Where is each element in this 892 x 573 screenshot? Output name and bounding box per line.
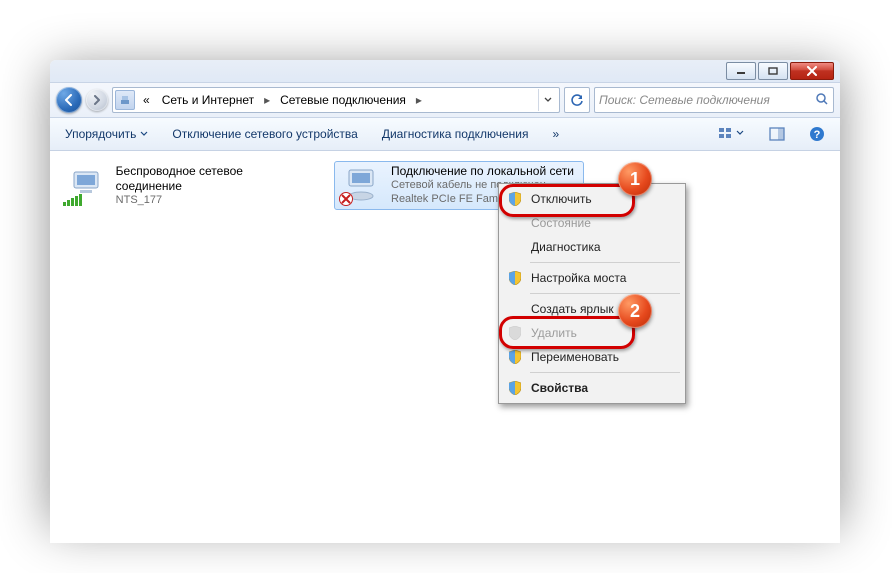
ctx-diagnose[interactable]: Диагностика: [502, 235, 682, 259]
help-button[interactable]: ?: [802, 121, 832, 147]
search-icon: [815, 92, 829, 109]
disable-device-button[interactable]: Отключение сетевого устройства: [165, 122, 364, 146]
ctx-bridge-label: Настройка моста: [531, 271, 626, 285]
organize-menu[interactable]: Упорядочить: [58, 122, 155, 146]
navigation-bar: « Сеть и Интернет ▸ Сетевые подключения …: [50, 83, 840, 118]
breadcrumb-network-connections[interactable]: Сетевые подключения: [276, 91, 410, 109]
wifi-connection-item[interactable]: Беспроводное сетевое соединение NTS_177: [60, 161, 310, 211]
minimize-button[interactable]: [726, 62, 756, 80]
signal-bars-icon: [63, 194, 82, 206]
close-button[interactable]: [790, 62, 834, 80]
ctx-properties-label: Свойства: [531, 381, 588, 395]
maximize-button[interactable]: [758, 62, 788, 80]
breadcrumb-network-internet[interactable]: Сеть и Интернет: [158, 91, 258, 109]
wifi-title: Беспроводное сетевое соединение: [116, 164, 307, 194]
address-bar[interactable]: « Сеть и Интернет ▸ Сетевые подключения …: [112, 87, 560, 113]
ctx-rename-label: Переименовать: [531, 350, 619, 364]
refresh-button[interactable]: [564, 87, 590, 113]
ctx-diagnose-label: Диагностика: [531, 240, 601, 254]
command-bar: Упорядочить Отключение сетевого устройст…: [50, 118, 840, 151]
breadcrumb-sep-icon: ▸: [414, 93, 424, 107]
shield-icon: [507, 270, 523, 286]
breadcrumb-sep-icon: ▸: [262, 93, 272, 107]
unplugged-icon: [339, 192, 353, 206]
ctx-separator: [530, 293, 680, 294]
explorer-window: « Сеть и Интернет ▸ Сетевые подключения …: [50, 60, 840, 520]
wifi-icon: [63, 164, 110, 206]
step-number-1: 1: [618, 162, 652, 196]
disable-device-label: Отключение сетевого устройства: [172, 127, 357, 141]
forward-button[interactable]: [86, 89, 108, 111]
shield-icon: [507, 349, 523, 365]
shield-icon: [507, 380, 523, 396]
content-area: Беспроводное сетевое соединение NTS_177 …: [50, 151, 840, 543]
titlebar: [50, 60, 840, 83]
more-commands-button[interactable]: »: [546, 122, 567, 146]
ctx-create-shortcut-label: Создать ярлык: [531, 302, 614, 316]
more-label: »: [553, 127, 560, 141]
chevron-down-icon: [140, 130, 148, 138]
ctx-separator: [530, 372, 680, 373]
search-placeholder: Поиск: Сетевые подключения: [599, 93, 770, 107]
ctx-properties[interactable]: Свойства: [502, 376, 682, 400]
diagnose-connection-button[interactable]: Диагностика подключения: [375, 122, 536, 146]
location-icon: [115, 90, 135, 110]
view-mode-button[interactable]: [710, 121, 752, 147]
lan-title: Подключение по локальной сети: [391, 164, 574, 179]
svg-text:?: ?: [814, 129, 821, 141]
breadcrumb-ellipsis[interactable]: «: [139, 91, 154, 109]
diagnose-label: Диагностика подключения: [382, 127, 529, 141]
organize-label: Упорядочить: [65, 127, 136, 141]
preview-pane-button[interactable]: [762, 121, 792, 147]
address-dropdown-icon[interactable]: [538, 89, 557, 111]
ctx-separator: [530, 262, 680, 263]
ctx-status-label: Состояние: [531, 216, 591, 230]
ctx-bridge[interactable]: Настройка моста: [502, 266, 682, 290]
wifi-ssid: NTS_177: [116, 194, 307, 208]
lan-icon: [337, 164, 385, 206]
search-input[interactable]: Поиск: Сетевые подключения: [594, 87, 834, 113]
step-number-2: 2: [618, 294, 652, 328]
back-button[interactable]: [56, 87, 82, 113]
